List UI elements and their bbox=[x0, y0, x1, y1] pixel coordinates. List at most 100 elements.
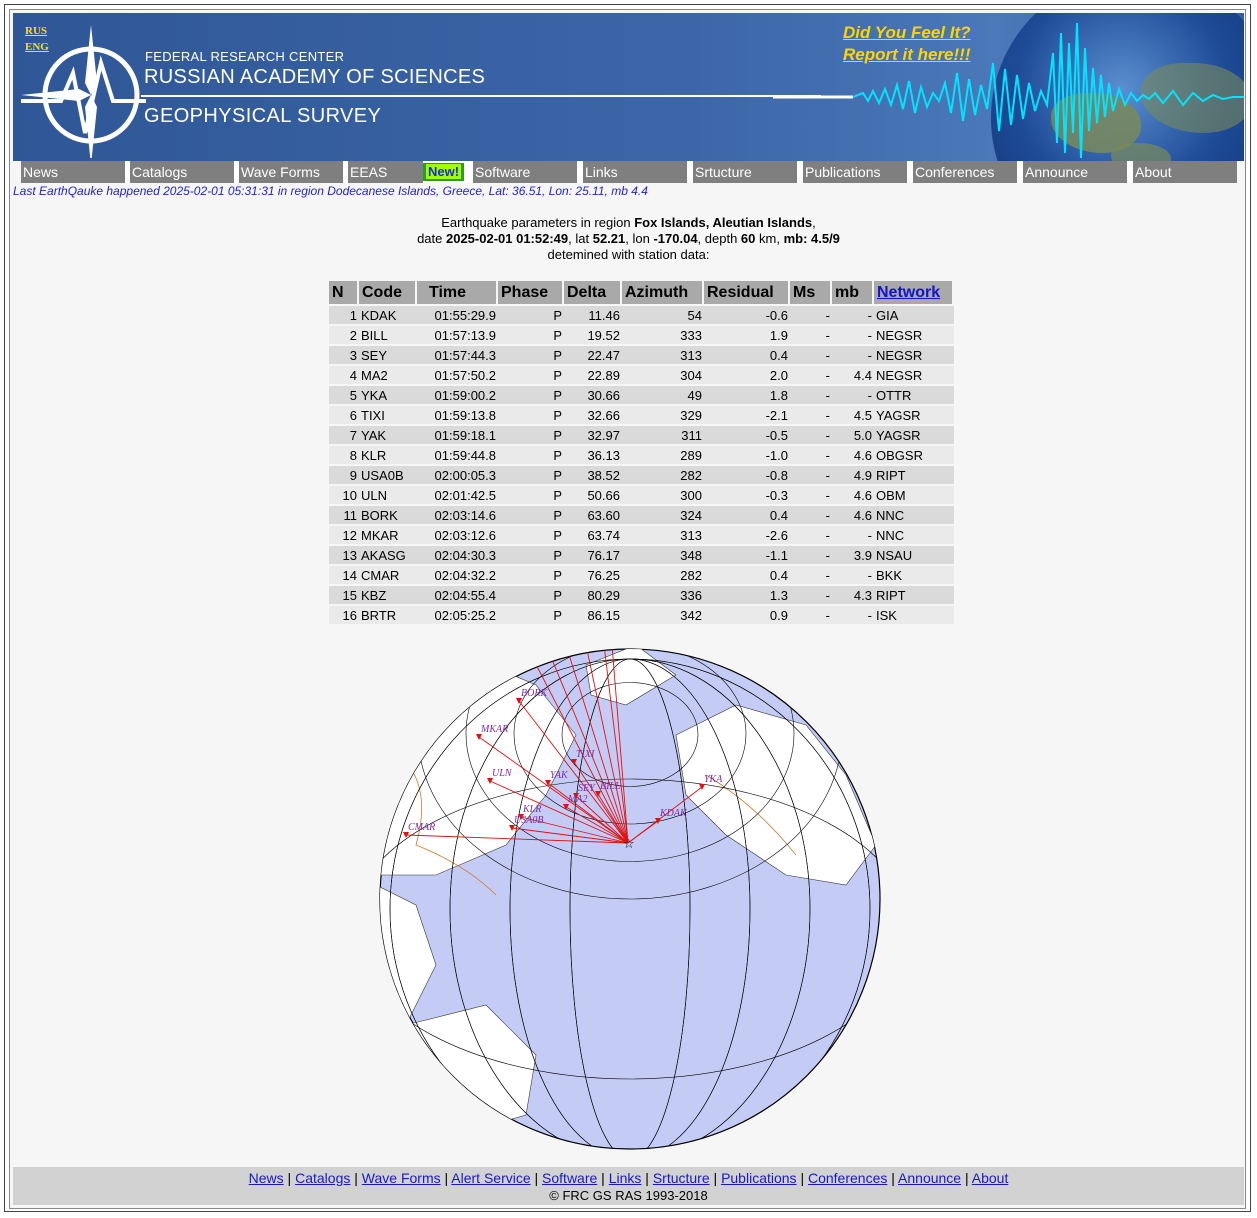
nav-software[interactable]: Software bbox=[473, 161, 577, 183]
table-cell-time: 02:04:30.3 bbox=[417, 546, 498, 566]
header-banner: RUS ENG FEDERAL RESEARCH CENTER RUSSIAN … bbox=[13, 13, 1244, 161]
table-cell-network: NEGSR bbox=[874, 346, 954, 366]
table-cell-ms: - bbox=[790, 526, 832, 546]
table-cell-delta: 32.66 bbox=[564, 406, 622, 426]
footer-link-about[interactable]: About bbox=[972, 1170, 1009, 1186]
station-label: CMAR bbox=[408, 822, 435, 833]
table-cell-residual: 0.4 bbox=[704, 346, 790, 366]
table-cell-residual: -0.8 bbox=[704, 466, 790, 486]
footer-link-conferences[interactable]: Conferences bbox=[808, 1170, 887, 1186]
table-cell-code: MKAR bbox=[359, 526, 417, 546]
table-cell-network: YAGSR bbox=[874, 426, 954, 446]
table-cell-phase: P bbox=[498, 566, 564, 586]
table-cell-n: 16 bbox=[329, 606, 359, 626]
table-cell-time: 02:03:12.6 bbox=[417, 526, 498, 546]
table-cell-network: RIPT bbox=[874, 466, 954, 486]
station-label: KLR bbox=[522, 804, 541, 815]
footer-link-structure[interactable]: Srtucture bbox=[653, 1170, 710, 1186]
event-line-3: detemined with station data: bbox=[547, 247, 710, 262]
table-cell-mb: 4.6 bbox=[832, 446, 874, 466]
table-cell-delta: 32.97 bbox=[564, 426, 622, 446]
col-code: Code bbox=[359, 281, 417, 306]
table-row: 3 SEY 01:57:44.3 P 22.47 313 0.4- - NEGSR bbox=[329, 346, 954, 366]
footer: News | Catalogs | Wave Forms | Alert Ser… bbox=[13, 1167, 1244, 1205]
table-cell-code: SEY bbox=[359, 346, 417, 366]
table-cell-mb: 4.6 bbox=[832, 506, 874, 526]
report-it-here-link[interactable]: Report it here!!! bbox=[843, 44, 971, 66]
col-time: Time bbox=[417, 281, 498, 306]
table-cell-network: OBM bbox=[874, 486, 954, 506]
table-cell-azimuth: 329 bbox=[622, 406, 704, 426]
table-cell-network: OBGSR bbox=[874, 446, 954, 466]
table-row: 10 ULN 02:01:42.5 P 50.66 300 -0.3-4.6 OBM bbox=[329, 486, 954, 506]
table-cell-phase: P bbox=[498, 506, 564, 526]
lang-rus-link[interactable]: RUS bbox=[25, 23, 49, 39]
table-cell-time: 01:57:44.3 bbox=[417, 346, 498, 366]
table-cell-azimuth: 324 bbox=[622, 506, 704, 526]
nav-new-badge[interactable]: New! bbox=[423, 163, 465, 181]
table-cell-ms: - bbox=[790, 466, 832, 486]
table-cell-network: NEGSR bbox=[874, 326, 954, 346]
event-parameters: Earthquake parameters in region Fox Isla… bbox=[0, 215, 1257, 263]
nav-publications[interactable]: Publications bbox=[803, 161, 907, 183]
table-cell-ms: - bbox=[790, 606, 832, 626]
table-cell-mb: - bbox=[832, 526, 874, 546]
network-header-link[interactable]: Network bbox=[877, 284, 940, 301]
table-cell-ms: - bbox=[790, 486, 832, 506]
nav-news[interactable]: News bbox=[21, 161, 125, 183]
nav-links[interactable]: Links bbox=[583, 161, 687, 183]
did-you-feel-it-link[interactable]: Did You Feel It? bbox=[843, 22, 971, 44]
table-cell-delta: 76.25 bbox=[564, 566, 622, 586]
table-cell-azimuth: 300 bbox=[622, 486, 704, 506]
footer-link-software[interactable]: Software bbox=[542, 1170, 597, 1186]
table-cell-azimuth: 54 bbox=[622, 306, 704, 326]
footer-link-announce[interactable]: Announce bbox=[898, 1170, 961, 1186]
table-cell-mb: 3.9 bbox=[832, 546, 874, 566]
table-cell-n: 3 bbox=[329, 346, 359, 366]
table-cell-code: ULN bbox=[359, 486, 417, 506]
event-date: 2025-02-01 01:52:49 bbox=[445, 231, 569, 246]
table-cell-network: BKK bbox=[874, 566, 954, 586]
table-cell-delta: 76.17 bbox=[564, 546, 622, 566]
nav-catalogs[interactable]: Catalogs bbox=[130, 161, 234, 183]
table-cell-code: BORK bbox=[359, 506, 417, 526]
last-earthquake-ticker[interactable]: Last EarthQauke happened 2025-02-01 05:3… bbox=[13, 184, 648, 198]
table-cell-n: 6 bbox=[329, 406, 359, 426]
table-cell-ms: - bbox=[790, 306, 832, 326]
table-cell-residual: 0.9 bbox=[704, 606, 790, 626]
table-cell-phase: P bbox=[498, 446, 564, 466]
table-cell-azimuth: 348 bbox=[622, 546, 704, 566]
table-cell-ms: - bbox=[790, 406, 832, 426]
table-cell-time: 01:59:18.1 bbox=[417, 426, 498, 446]
station-label: YKA bbox=[704, 774, 723, 785]
station-label: SEY bbox=[578, 783, 596, 794]
table-cell-delta: 86.15 bbox=[564, 606, 622, 626]
table-row: 6 TIXI 01:59:13.8 P 32.66 329 -2.1-4.5 YAGSR bbox=[329, 406, 954, 426]
table-cell-code: YAK bbox=[359, 426, 417, 446]
table-cell-azimuth: 282 bbox=[622, 566, 704, 586]
footer-link-publications[interactable]: Publications bbox=[721, 1170, 797, 1186]
nav-announce[interactable]: Announce bbox=[1023, 161, 1127, 183]
footer-link-news[interactable]: News bbox=[249, 1170, 284, 1186]
footer-link-alert-service[interactable]: Alert Service bbox=[451, 1170, 530, 1186]
table-cell-phase: P bbox=[498, 326, 564, 346]
event-magnitude: mb: 4.5/9 bbox=[783, 231, 840, 246]
table-cell-residual: -2.6 bbox=[704, 526, 790, 546]
footer-link-wave-forms[interactable]: Wave Forms bbox=[362, 1170, 441, 1186]
copyright: © FRC GS RAS 1993-2018 bbox=[549, 1188, 708, 1203]
nav-wave-forms[interactable]: Wave Forms bbox=[239, 161, 343, 183]
table-cell-network: NSAU bbox=[874, 546, 954, 566]
table-cell-ms: - bbox=[790, 386, 832, 406]
nav-conferences[interactable]: Conferences bbox=[913, 161, 1017, 183]
col-azimuth: Azimuth bbox=[622, 281, 704, 306]
nav-eeas[interactable]: EEAS bbox=[348, 161, 423, 183]
footer-link-links[interactable]: Links bbox=[609, 1170, 642, 1186]
table-cell-delta: 11.46 bbox=[564, 306, 622, 326]
footer-link-catalogs[interactable]: Catalogs bbox=[295, 1170, 350, 1186]
table-cell-time: 01:55:29.9 bbox=[417, 306, 498, 326]
lang-eng-link[interactable]: ENG bbox=[25, 39, 49, 55]
nav-structure[interactable]: Srtucture bbox=[693, 161, 797, 183]
table-row: 14 CMAR 02:04:32.2 P 76.25 282 0.4- - BKK bbox=[329, 566, 954, 586]
table-cell-time: 01:59:13.8 bbox=[417, 406, 498, 426]
nav-about[interactable]: About bbox=[1133, 161, 1237, 183]
